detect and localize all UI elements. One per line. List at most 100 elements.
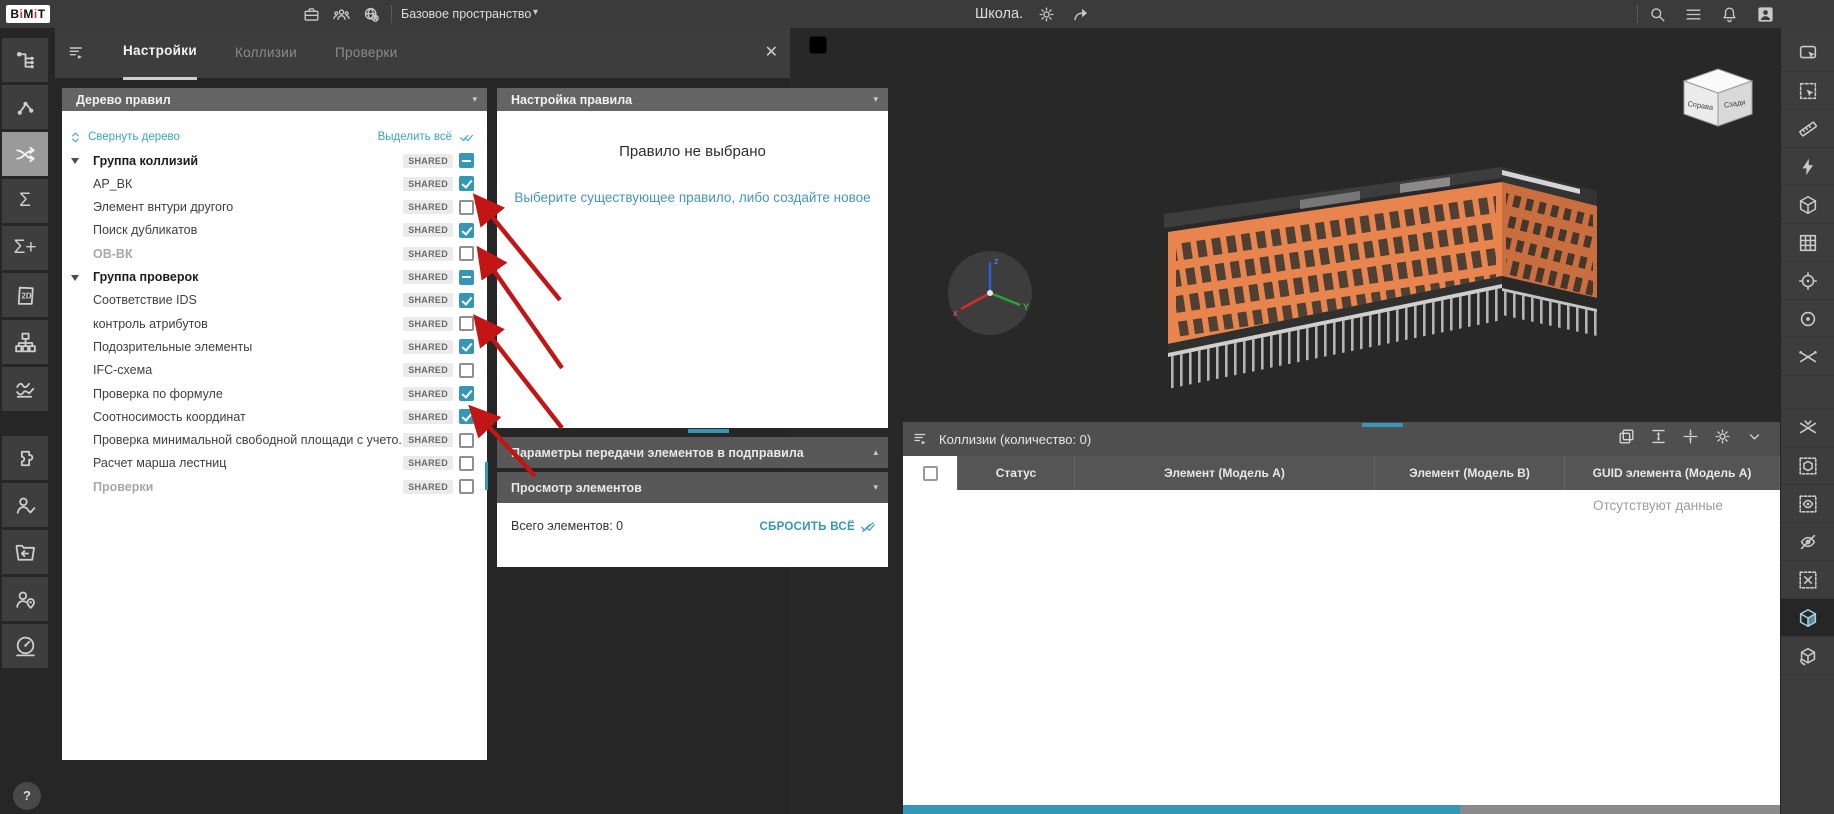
user-location-tool[interactable]: [2, 577, 48, 621]
sheet-2d-tool[interactable]: 2D: [2, 273, 48, 317]
list-button[interactable]: [1682, 3, 1704, 25]
axis-gizmo[interactable]: z x Y: [946, 249, 1034, 337]
tree-item-row[interactable]: Соответствие IDSSHARED: [62, 289, 487, 312]
panel-menu-icon[interactable]: [67, 43, 87, 63]
select-window-tool[interactable]: [1781, 72, 1834, 110]
search-button[interactable]: [1646, 3, 1668, 25]
briefcase-button[interactable]: [300, 3, 322, 25]
tree-item-checkbox[interactable]: [459, 316, 474, 331]
3d-viewport[interactable]: Справа Сзади z x Y: [790, 28, 1780, 814]
tab-Настройки[interactable]: Настройки: [123, 27, 197, 80]
section-cut-tool[interactable]: [1781, 409, 1834, 447]
tree-item-checkbox[interactable]: [459, 433, 474, 448]
tree-item-checkbox[interactable]: [459, 200, 474, 215]
navigation-cube[interactable]: Справа Сзади: [1672, 62, 1764, 132]
close-icon[interactable]: ✕: [765, 45, 778, 61]
panel-drag-handle[interactable]: [688, 429, 729, 433]
tree-item-row[interactable]: Проверка минимальной свободной площади с…: [62, 429, 487, 452]
tree-item-checkbox[interactable]: [459, 363, 474, 378]
collapse-tree-link[interactable]: Свернуть дерево: [68, 130, 180, 145]
tree-scrollbar-thumb[interactable]: [485, 462, 488, 490]
summary-tool[interactable]: Σ: [2, 179, 48, 223]
tree-item-row[interactable]: Поиск дубликатовSHARED: [62, 219, 487, 242]
tree-item-checkbox[interactable]: [459, 270, 474, 285]
clip-half-tool[interactable]: [1781, 599, 1834, 637]
row-height-button[interactable]: [1649, 427, 1668, 451]
tree-item-checkbox[interactable]: [459, 339, 474, 354]
tree-item-checkbox[interactable]: [459, 386, 474, 401]
export-folder-tool[interactable]: [2, 530, 48, 574]
tree-item-checkbox[interactable]: [459, 176, 474, 191]
scrollbar-thumb[interactable]: [903, 805, 1460, 814]
table-column-header[interactable]: GUID элемента (Модель A): [1565, 456, 1780, 490]
expand-triangle-icon[interactable]: [71, 275, 79, 281]
collapse-button[interactable]: [1745, 427, 1764, 451]
no-rule-hint[interactable]: Выберите существующее правило, либо созд…: [497, 190, 888, 205]
building-model[interactable]: [1150, 148, 1620, 393]
copy-rows-button[interactable]: [1617, 427, 1636, 451]
workspace-chevron-down-icon[interactable]: ▾: [533, 0, 538, 28]
notifications-button[interactable]: [1718, 3, 1740, 25]
deselect-elements-tool[interactable]: [1781, 561, 1834, 599]
tree-item-checkbox[interactable]: [459, 293, 474, 308]
dashboard-tool[interactable]: [2, 624, 48, 668]
globe-user-button[interactable]: [360, 3, 382, 25]
section-box-tool[interactable]: [1781, 186, 1834, 224]
settings-button[interactable]: [1713, 427, 1732, 451]
tree-item-row[interactable]: IFC-схемаSHARED: [62, 359, 487, 382]
tree-item-checkbox[interactable]: [459, 456, 474, 471]
bimit-logo[interactable]: BiMiT: [6, 5, 50, 23]
tree-item-row[interactable]: контроль атрибутовSHARED: [62, 312, 487, 335]
tree-item-row[interactable]: Расчет марша лестницSHARED: [62, 452, 487, 475]
table-column-header[interactable]: Элемент (Модель B): [1375, 456, 1565, 490]
charts-tool[interactable]: [2, 367, 48, 411]
transfer-params-section[interactable]: Параметры передачи элементов в подправил…: [497, 437, 888, 468]
tree-item-row[interactable]: АР_ВКSHARED: [62, 172, 487, 195]
collisions-tool[interactable]: [2, 132, 48, 176]
quick-tools-tool[interactable]: [1781, 148, 1834, 186]
tree-item-row[interactable]: Элемент внтури другогоSHARED: [62, 196, 487, 219]
tree-item-checkbox[interactable]: [459, 223, 474, 238]
clash-lines-tool[interactable]: [1781, 338, 1834, 376]
structure-tool[interactable]: [2, 320, 48, 364]
orbit-tool[interactable]: [1781, 34, 1834, 72]
tree-item-row[interactable]: Соотносимость координатSHARED: [62, 405, 487, 428]
tree-item-row[interactable]: ПроверкиSHARED: [62, 475, 487, 498]
tree-item-row[interactable]: ОВ-ВКSHARED: [62, 242, 487, 265]
tree-item-checkbox[interactable]: [459, 409, 474, 424]
reset-all-link[interactable]: СБРОСИТЬ ВСЁ: [759, 519, 876, 535]
panel-menu-icon[interactable]: [912, 430, 930, 448]
marker-circle-tool[interactable]: [1781, 300, 1834, 338]
restore-view-tool[interactable]: [1781, 637, 1834, 675]
share-button[interactable]: [1069, 3, 1091, 25]
help-button[interactable]: ?: [13, 782, 41, 810]
expand-triangle-icon[interactable]: [71, 158, 79, 164]
tree-item-row[interactable]: Проверка по формулеSHARED: [62, 382, 487, 405]
table-column-header[interactable]: Статус: [958, 456, 1075, 490]
tree-item-checkbox[interactable]: [459, 246, 474, 261]
split-view-button[interactable]: [1681, 427, 1700, 451]
table-column-header[interactable]: Элемент (Модель A): [1075, 456, 1375, 490]
horizontal-scrollbar[interactable]: [903, 805, 1780, 814]
dependencies-tool[interactable]: [2, 85, 48, 129]
show-elements-tool[interactable]: [1781, 485, 1834, 523]
tree-item-row[interactable]: Подозрительные элементыSHARED: [62, 335, 487, 358]
select-all-link[interactable]: Выделить всё: [378, 130, 474, 145]
tree-item-row[interactable]: Группа проверокSHARED: [62, 266, 487, 289]
rules-tree-header[interactable]: Дерево правил ▾: [62, 88, 487, 111]
model-tree-tool[interactable]: [2, 38, 48, 82]
measure-tool[interactable]: [1781, 110, 1834, 148]
grid-table-tool[interactable]: [1781, 224, 1834, 262]
tree-item-checkbox[interactable]: [459, 153, 474, 168]
view-elements-section[interactable]: Просмотр элементов ▾: [497, 472, 888, 503]
screenshot-frame-icon[interactable]: [806, 33, 830, 57]
rule-settings-header[interactable]: Настройка правила ▾: [497, 88, 888, 111]
tree-item-row[interactable]: Группа коллизийSHARED: [62, 149, 487, 172]
gear-button[interactable]: [1035, 3, 1057, 25]
tree-item-checkbox[interactable]: [459, 479, 474, 494]
focus-target-tool[interactable]: [1781, 262, 1834, 300]
tab-Коллизии[interactable]: Коллизии: [235, 28, 297, 78]
user-check-tool[interactable]: [2, 483, 48, 527]
plugins-tool[interactable]: [2, 436, 48, 480]
account-button[interactable]: [1754, 3, 1776, 25]
